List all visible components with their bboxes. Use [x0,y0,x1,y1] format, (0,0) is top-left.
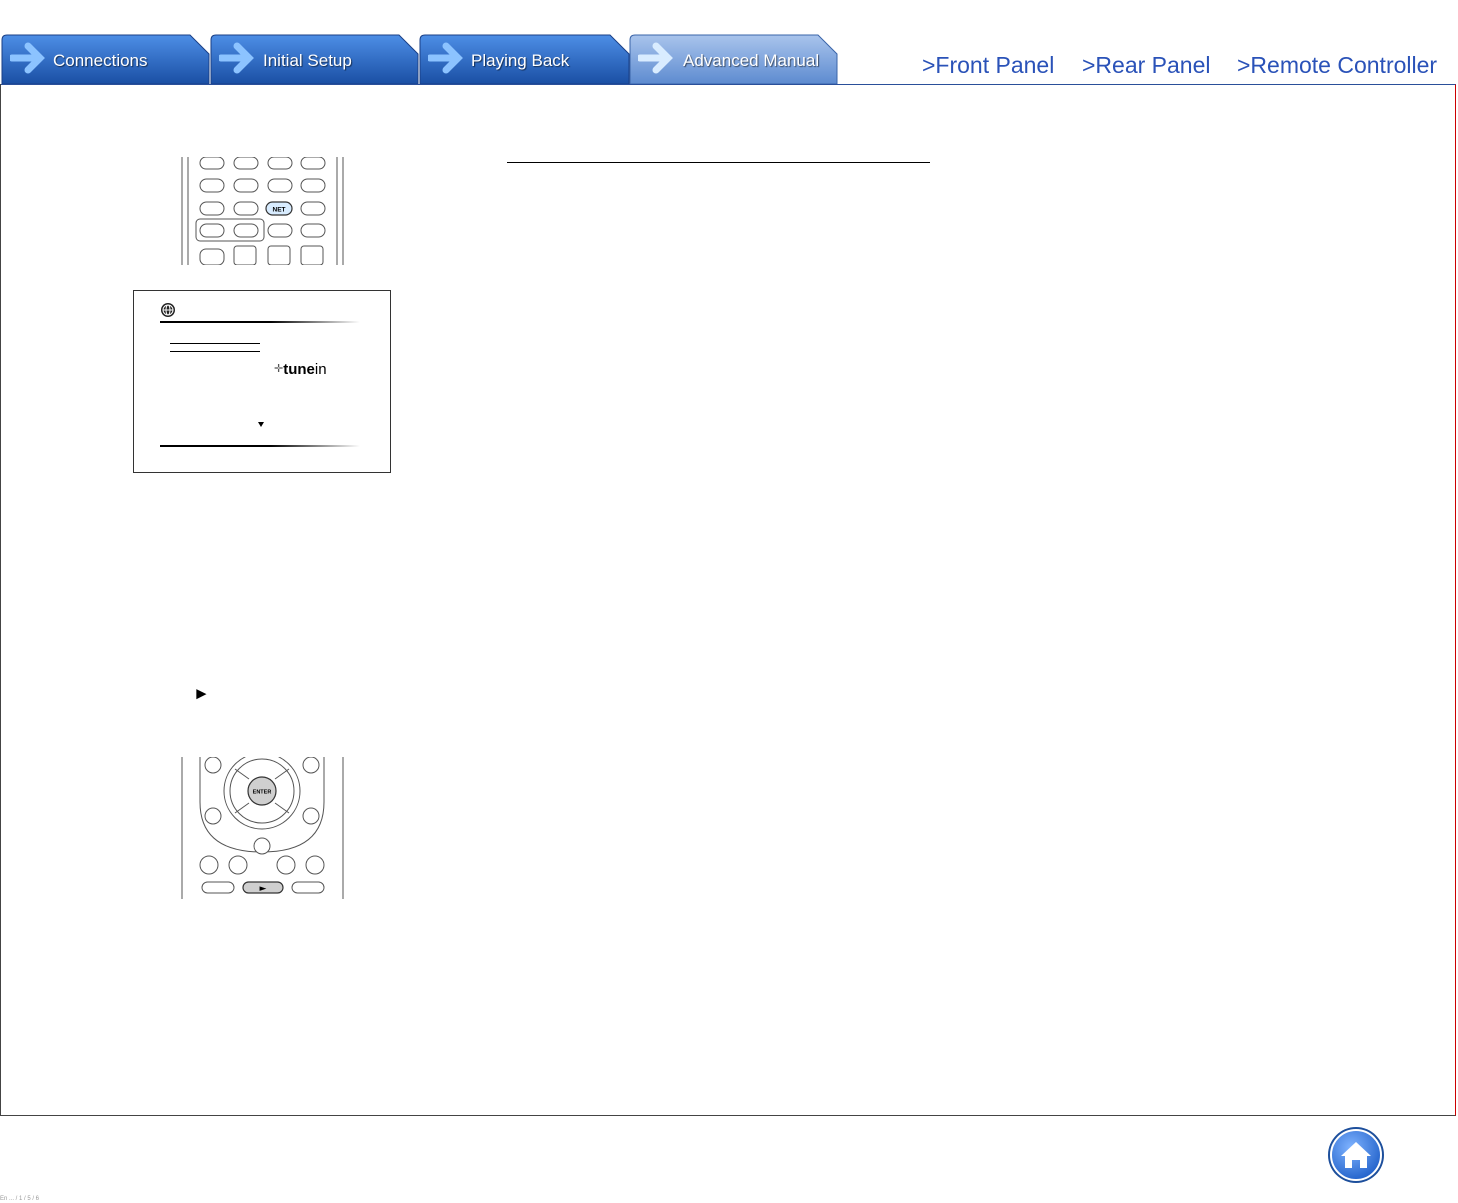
tab-connections[interactable]: Connections [0,34,210,84]
front-panel-link[interactable]: >Front Panel [922,52,1054,79]
tunein-plus-icon: ✛ [274,363,284,375]
heading-underline [507,162,930,163]
remote-bottom-illustration: ENTER ► [181,757,344,899]
tab-label: Initial Setup [263,51,352,70]
enter-button-label: ENTER [253,790,272,796]
tab-playing-back[interactable]: Playing Back [418,34,630,84]
tunein-logo-text-2: in [314,361,327,378]
footer-text: En ... / 1 / 5 / 6 [0,1196,40,1202]
scroll-down-icon [258,422,264,427]
tab-label: Connections [53,51,148,70]
arrow-right-icon [219,42,254,74]
tab-label: Playing Back [471,51,570,70]
screen-bottom-rule [160,445,360,447]
tab-initial-setup[interactable]: Initial Setup [209,34,419,84]
remote-controller-link[interactable]: >Remote Controller [1237,52,1437,79]
net-button-label: NET [273,207,286,214]
tv-screen-illustration: ✛tunein [133,290,391,473]
selected-item-line-top [170,343,260,344]
tunein-logo-text: tune [283,361,315,378]
rear-panel-link[interactable]: >Rear Panel [1082,52,1211,79]
remote-top-illustration: NET [181,157,344,265]
play-button-label: ► [260,884,267,894]
tab-advanced-manual[interactable]: Advanced Manual [628,34,838,84]
arrow-right-icon [10,42,45,74]
home-icon[interactable] [1327,1126,1385,1184]
arrow-right-icon [428,42,463,74]
tab-label: Advanced Manual [683,51,820,70]
arrow-right-icon [638,42,673,74]
selected-item-line-bottom [170,351,260,352]
frame-left-border [0,84,1,1116]
screen-top-rule [160,321,360,323]
play-symbol: ► [193,684,210,703]
tunein-logo: ✛tunein [274,361,327,378]
globe-icon [161,303,175,317]
